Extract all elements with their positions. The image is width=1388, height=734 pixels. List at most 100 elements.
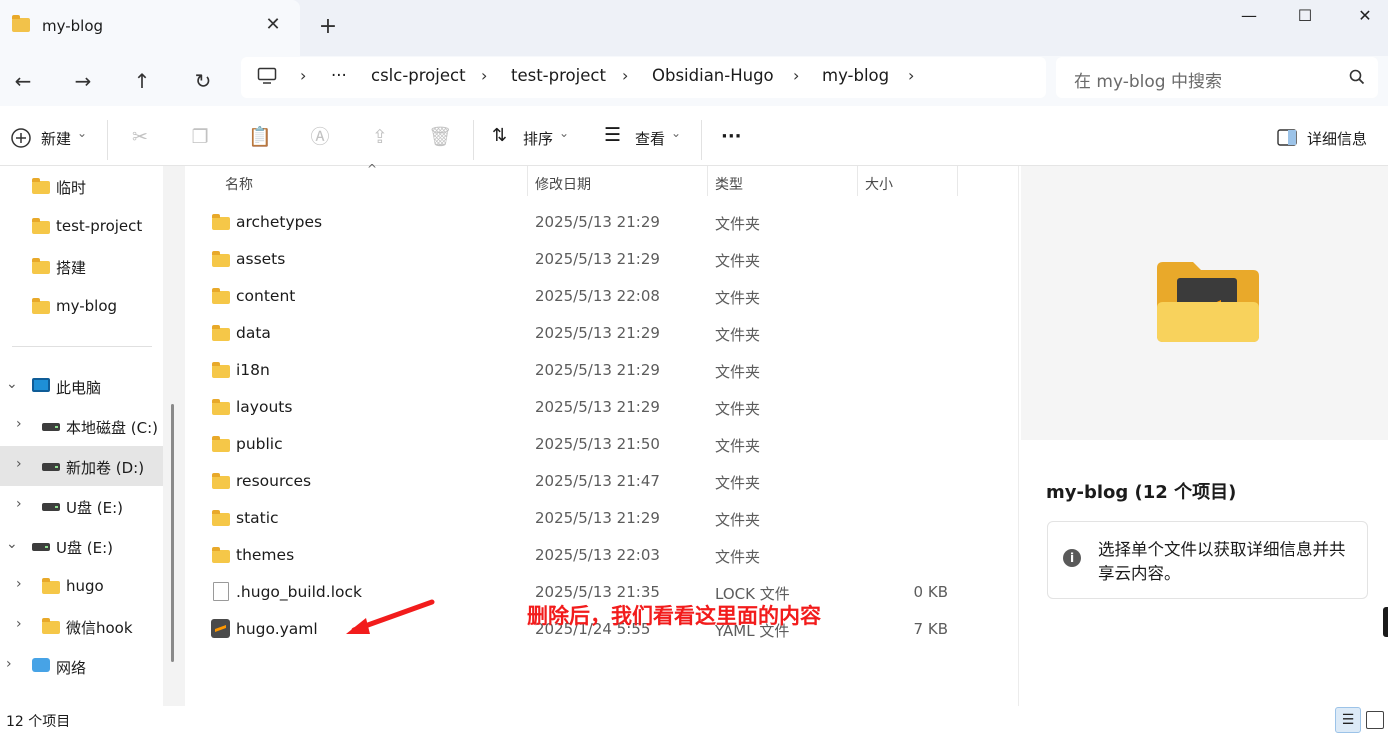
column-divider[interactable] — [707, 166, 708, 196]
chevron-down-icon[interactable]: ⌄ — [6, 536, 18, 552]
table-row[interactable]: assets 2025/5/13 21:29 文件夹 — [200, 247, 1000, 273]
chevron-down-icon[interactable]: ⌄ — [6, 376, 18, 392]
address-bar[interactable] — [241, 57, 1046, 98]
breadcrumb-separator[interactable]: › — [300, 66, 306, 85]
file-modified: 2025/5/13 22:03 — [535, 546, 660, 564]
breadcrumb-cslc-project[interactable]: cslc-project — [371, 66, 466, 85]
chevron-right-icon[interactable]: › — [16, 416, 22, 432]
column-header-size[interactable]: 大小 — [865, 174, 893, 194]
chevron-right-icon[interactable]: › — [16, 496, 22, 512]
table-row[interactable]: data 2025/5/13 21:29 文件夹 — [200, 321, 1000, 347]
view-icon[interactable]: ☰ — [604, 124, 621, 146]
chevron-right-icon[interactable]: › — [16, 616, 22, 632]
table-row[interactable]: archetypes 2025/5/13 21:29 文件夹 — [200, 210, 1000, 236]
sidebar-item-network[interactable]: › 网络 — [0, 646, 163, 686]
new-button[interactable]: 新建 — [41, 128, 71, 149]
sidebar-item-build[interactable]: 搭建 — [0, 246, 163, 286]
table-row[interactable]: content 2025/5/13 22:08 文件夹 — [200, 284, 1000, 310]
chevron-down-icon[interactable]: ⌄ — [559, 126, 569, 140]
refresh-button[interactable]: ↻ — [188, 66, 218, 96]
sidebar-item-label: 临时 — [56, 179, 87, 197]
details-view-button[interactable]: ☰ — [1335, 707, 1361, 733]
breadcrumb-more[interactable]: ··· — [331, 66, 347, 85]
back-button[interactable]: ← — [8, 66, 38, 96]
breadcrumb-separator[interactable]: › — [481, 66, 487, 85]
tab-close-icon[interactable]: ✕ — [262, 14, 284, 36]
chevron-down-icon[interactable]: ⌄ — [671, 126, 681, 140]
details-title: my-blog (12 个项目) — [1046, 482, 1237, 503]
column-header-name[interactable]: 名称 — [225, 174, 253, 194]
computer-icon — [32, 378, 50, 392]
breadcrumb-test-project[interactable]: test-project — [511, 66, 606, 85]
paste-icon[interactable]: 📋 — [248, 126, 272, 148]
maximize-button[interactable]: ☐ — [1282, 6, 1328, 26]
search-icon[interactable] — [1348, 68, 1366, 86]
window-close-button[interactable]: ✕ — [1342, 6, 1388, 26]
chevron-right-icon[interactable]: › — [16, 456, 22, 472]
drive-icon — [42, 503, 60, 511]
chevron-down-icon[interactable]: ⌄ — [77, 126, 87, 140]
sidebar-item-hugo[interactable]: › hugo — [0, 566, 163, 606]
column-divider[interactable] — [857, 166, 858, 196]
sidebar-item-temp[interactable]: 临时 — [0, 166, 163, 206]
breadcrumb-separator[interactable]: › — [622, 66, 628, 85]
column-divider[interactable] — [527, 166, 528, 196]
sidebar-item-label: U盘 (E:) — [56, 539, 113, 557]
table-row[interactable]: i18n 2025/5/13 21:29 文件夹 — [200, 358, 1000, 384]
folder-icon — [212, 362, 230, 378]
file-type: 文件夹 — [715, 289, 761, 307]
up-button[interactable]: ↑ — [127, 66, 157, 96]
tiles-view-button[interactable] — [1366, 711, 1384, 729]
copy-icon[interactable]: ❐ — [188, 126, 212, 148]
red-arrow-annotation — [346, 599, 435, 634]
sort-icon[interactable]: ⇅ — [492, 125, 507, 146]
toolbar-divider — [701, 120, 702, 160]
column-header-type[interactable]: 类型 — [715, 174, 743, 194]
view-button[interactable]: 查看 — [635, 128, 665, 149]
table-row[interactable]: static 2025/5/13 21:29 文件夹 — [200, 506, 1000, 532]
details-button[interactable]: 详细信息 — [1307, 128, 1367, 149]
details-pane-icon[interactable] — [1277, 129, 1297, 146]
sidebar-item-my-blog[interactable]: my-blog — [0, 286, 163, 326]
table-row[interactable]: resources 2025/5/13 21:47 文件夹 — [200, 469, 1000, 495]
forward-button[interactable]: → — [68, 66, 98, 96]
column-divider[interactable] — [957, 166, 958, 196]
breadcrumb-separator[interactable]: › — [793, 66, 799, 85]
toolbar-divider — [473, 120, 474, 160]
sidebar-item-drive-c[interactable]: › 本地磁盘 (C:) — [0, 406, 163, 446]
breadcrumb-separator[interactable]: › — [908, 66, 914, 85]
share-icon[interactable]: ⇪ — [368, 126, 392, 148]
sidebar-item-wechat-hook[interactable]: › 微信hook — [0, 606, 163, 646]
column-header-modified[interactable]: 修改日期 — [535, 174, 591, 194]
tab-my-blog[interactable]: my-blog ✕ — [0, 0, 300, 56]
sidebar-item-label: 网络 — [56, 659, 87, 677]
sidebar-item-label: test-project — [56, 217, 143, 235]
chevron-right-icon[interactable]: › — [16, 576, 22, 592]
breadcrumb-my-blog[interactable]: my-blog — [822, 66, 889, 85]
navigation-pane: 临时 test-project 搭建 my-blog ⌄ 此电脑 › 本地磁盘 … — [0, 166, 163, 706]
rename-icon[interactable]: Ⓐ — [308, 126, 332, 148]
chevron-right-icon[interactable]: › — [6, 656, 12, 672]
minimize-button[interactable]: — — [1226, 6, 1272, 26]
sort-button[interactable]: 排序 — [523, 128, 553, 149]
table-row[interactable]: layouts 2025/5/13 21:29 文件夹 — [200, 395, 1000, 421]
cut-icon[interactable]: ✂ — [128, 126, 152, 148]
delete-icon[interactable]: 🗑 — [428, 126, 452, 148]
search-input[interactable]: 在 my-blog 中搜索 — [1074, 67, 1222, 92]
file-name: data — [236, 324, 271, 342]
drive-icon — [32, 543, 50, 551]
sidebar-item-test-project[interactable]: test-project — [0, 206, 163, 246]
new-tab-button[interactable]: + — [316, 14, 340, 40]
breadcrumb-obsidian-hugo[interactable]: Obsidian-Hugo — [652, 66, 774, 85]
new-plus-icon[interactable] — [10, 127, 32, 149]
sidebar-item-drive-e[interactable]: › U盘 (E:) — [0, 486, 163, 526]
more-options-button[interactable]: ··· — [721, 126, 742, 147]
sidebar-item-this-pc[interactable]: ⌄ 此电脑 — [0, 366, 163, 406]
sidebar-item-usb[interactable]: ⌄ U盘 (E:) — [0, 526, 163, 566]
sidebar-item-drive-d[interactable]: › 新加卷 (D:) — [0, 446, 163, 486]
table-row[interactable]: themes 2025/5/13 22:03 文件夹 — [200, 543, 1000, 569]
file-modified: 2025/5/13 21:29 — [535, 213, 660, 231]
sidebar-scrollbar[interactable] — [171, 404, 174, 662]
table-row[interactable]: public 2025/5/13 21:50 文件夹 — [200, 432, 1000, 458]
monitor-icon[interactable] — [257, 67, 277, 85]
